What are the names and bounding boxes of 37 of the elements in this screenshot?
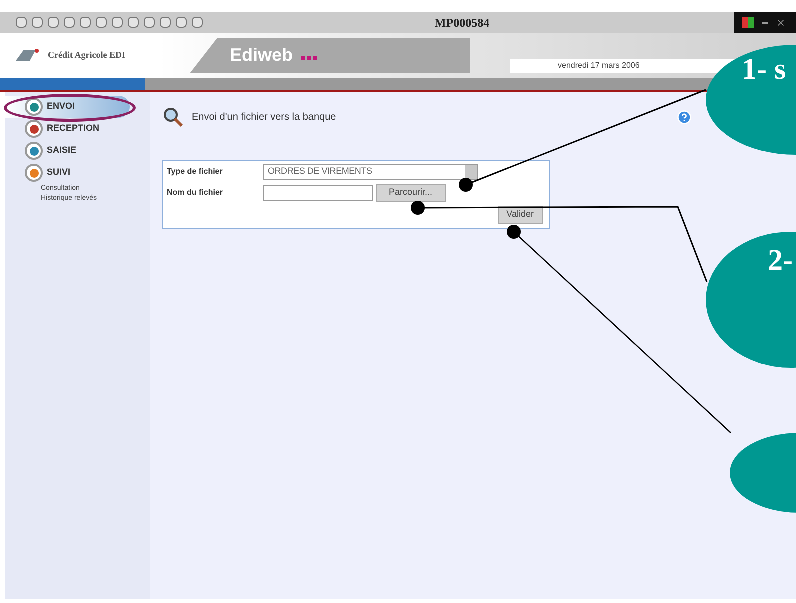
toolbar-tool-icon[interactable] xyxy=(80,17,91,28)
toolbar-tool-icon[interactable] xyxy=(112,17,123,28)
file-name-input[interactable] xyxy=(263,185,373,201)
menu-item-icon xyxy=(25,142,43,160)
file-type-select[interactable]: ORDRES DE VIREMENTS xyxy=(263,164,478,180)
close-icon[interactable] xyxy=(776,18,786,28)
toolbar-tool-icon[interactable] xyxy=(192,17,203,28)
toolbar-tool-icon[interactable] xyxy=(16,17,27,28)
help-icon[interactable] xyxy=(677,110,692,124)
page-title: Envoi d'un fichier vers la banque xyxy=(192,110,336,124)
toolbar-tool-icon[interactable] xyxy=(32,17,43,28)
toolbar-tool-icon[interactable] xyxy=(64,17,75,28)
browse-button[interactable]: Parcourir... xyxy=(376,184,446,202)
minimize-icon[interactable] xyxy=(762,22,768,24)
toolbar-tool-icon[interactable] xyxy=(48,17,59,28)
callout-text: 1- s xyxy=(742,55,786,85)
window-title: MP000584 xyxy=(434,14,491,32)
toolbar-tool-icon[interactable] xyxy=(144,17,155,28)
sidebar-item[interactable]: SUIVI xyxy=(5,162,130,184)
menu-item-icon xyxy=(25,98,43,116)
field-label: Nom du fichier xyxy=(167,187,224,199)
magnifier-icon xyxy=(162,106,184,128)
menu-item-icon xyxy=(25,164,43,182)
callout-text: 2- xyxy=(768,246,793,276)
toolbar-tool-icon[interactable] xyxy=(160,17,171,28)
app-name: Ediweb xyxy=(230,44,294,67)
menu-item-icon xyxy=(25,120,43,138)
windows-logo-icon xyxy=(742,17,754,28)
toolbar-tool-icon[interactable] xyxy=(96,17,107,28)
brand-name: Crédit Agricole EDI xyxy=(48,48,126,62)
sidebar-item[interactable]: SAISIE xyxy=(5,140,130,162)
sidebar-item[interactable]: RECEPTION xyxy=(5,118,130,140)
dots-icon xyxy=(301,56,318,60)
toolbar-tool-icon[interactable] xyxy=(176,17,187,28)
date-text: vendredi 17 mars 2006 xyxy=(558,60,640,72)
field-label: Type de fichier xyxy=(167,166,224,178)
toolbar-tool-icon[interactable] xyxy=(128,17,139,28)
